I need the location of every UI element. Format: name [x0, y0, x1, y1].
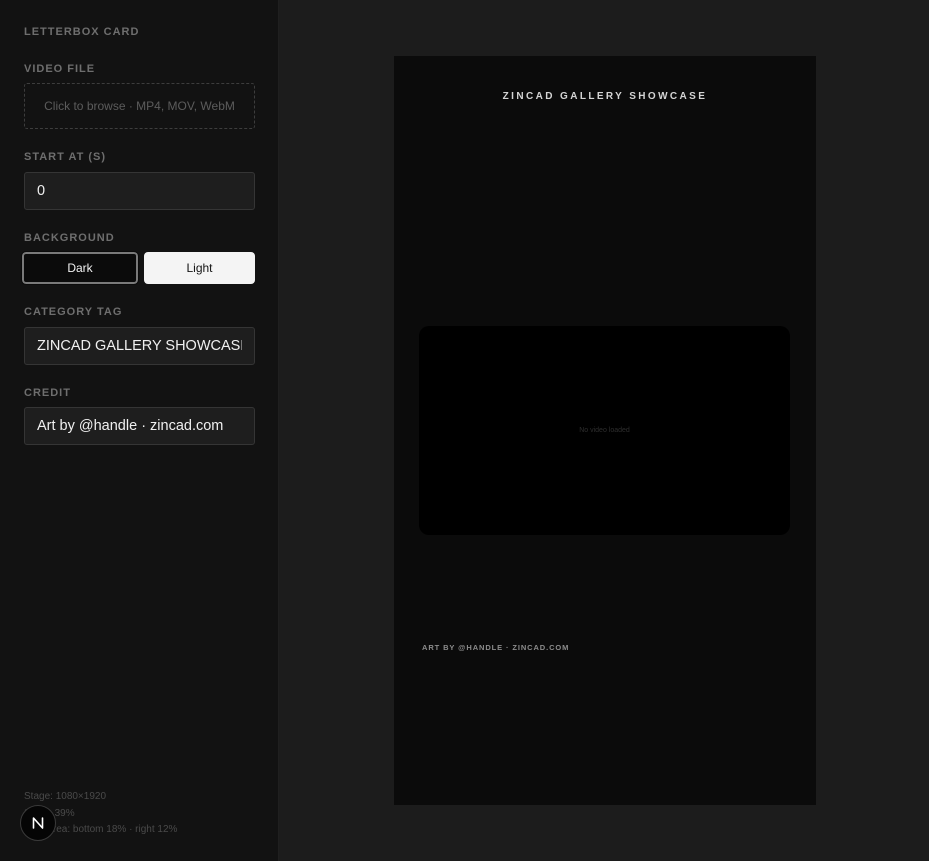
- background-dark-button[interactable]: Dark: [21, 251, 139, 285]
- letterbox-stage: ZINCAD GALLERY SHOWCASE No video loaded …: [394, 56, 816, 805]
- video-placeholder-text: No video loaded: [579, 427, 630, 434]
- n-logo-icon: [32, 817, 44, 829]
- category-tag-input[interactable]: [24, 327, 255, 365]
- app: LETTERBOX CARD VIDEO FILE Click to brows…: [0, 0, 929, 861]
- category-tag-label: CATEGORY TAG: [24, 306, 123, 318]
- start-at-label: START AT (S): [24, 151, 107, 163]
- stage-size-text: Stage: 1080×1920: [24, 791, 107, 802]
- stage-credit: ART BY @HANDLE · ZINCAD.COM: [422, 643, 570, 652]
- video-file-label: VIDEO FILE: [24, 63, 96, 75]
- credit-input[interactable]: [24, 407, 255, 445]
- stage-category-tag: ZINCAD GALLERY SHOWCASE: [502, 91, 708, 102]
- sidebar-title: LETTERBOX CARD: [24, 26, 140, 38]
- credit-label: CREDIT: [24, 387, 71, 399]
- video-file-dropzone[interactable]: Click to browse · MP4, MOV, WebM: [24, 83, 255, 129]
- sidebar: LETTERBOX CARD VIDEO FILE Click to brows…: [0, 0, 279, 861]
- video-frame: No video loaded: [419, 326, 790, 535]
- start-at-input[interactable]: [24, 172, 255, 210]
- background-light-button[interactable]: Light: [144, 252, 255, 284]
- n-logo-button[interactable]: [20, 805, 56, 841]
- background-label: BACKGROUND: [24, 232, 115, 244]
- dropzone-text: Click to browse · MP4, MOV, WebM: [44, 99, 235, 113]
